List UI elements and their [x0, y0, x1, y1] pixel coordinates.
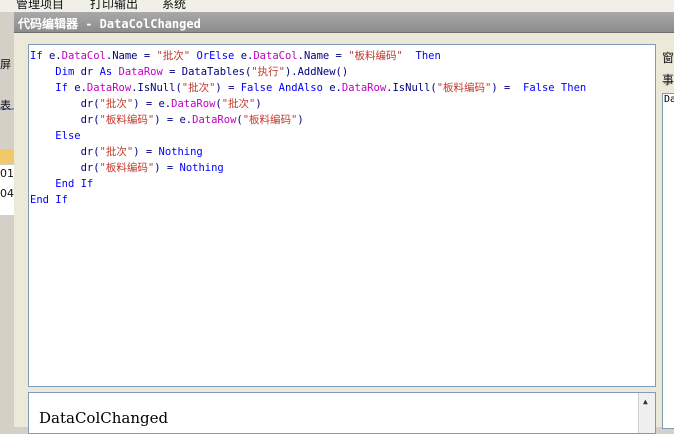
code-token: Nothing: [158, 146, 203, 158]
code-token: "批次": [99, 98, 134, 110]
scroll-up-arrow-icon[interactable]: ▲: [643, 397, 648, 406]
code-line[interactable]: If e.DataCol.Name = "批次" OrElse e.DataCo…: [30, 48, 441, 64]
code-token: If: [30, 50, 49, 62]
menu-item-print-output[interactable]: 打印输出: [90, 0, 138, 12]
code-token: ) =: [154, 162, 180, 174]
background-selected-row: [0, 149, 14, 164]
background-window-edge: 屏 表 01_ 04_: [0, 12, 14, 427]
event-name-label: DataColChanged: [39, 409, 169, 427]
code-line[interactable]: Else: [30, 128, 81, 144]
code-token: ) = e.: [133, 98, 172, 110]
code-token: e.: [329, 82, 342, 94]
code-token: .IsNull(: [386, 82, 437, 94]
code-token: OrElse: [190, 50, 241, 62]
code-token: "板料编码": [436, 82, 492, 94]
right-side-panel: 窗 事 Da: [658, 33, 674, 429]
code-token: DataCol: [253, 50, 298, 62]
code-token: ): [255, 98, 262, 110]
right-panel-label-event: 事: [662, 73, 674, 87]
right-panel-label-window: 窗: [662, 51, 674, 65]
code-token: Else: [55, 130, 81, 142]
code-token: DataRow: [118, 66, 163, 78]
code-line[interactable]: If e.DataRow.IsNull("批次") = False AndAls…: [30, 80, 586, 96]
background-fragment-4: 04_: [0, 187, 14, 200]
event-panel[interactable]: DataColChanged ▲: [28, 392, 656, 434]
code-line[interactable]: Dim dr As DataRow = DataTables("执行").Add…: [30, 64, 348, 80]
code-token: ): [297, 114, 304, 126]
window-title: 代码编辑器 - DataColChanged: [18, 17, 201, 31]
code-token: "板料编码": [348, 50, 403, 62]
code-line[interactable]: End If: [30, 192, 68, 208]
code-token: DataRow: [171, 98, 216, 110]
code-token: DataRow: [341, 82, 387, 94]
code-token: End If: [30, 194, 68, 206]
code-line[interactable]: End If: [30, 176, 93, 192]
code-token: ) =: [133, 146, 159, 158]
code-token: Then: [402, 50, 441, 62]
code-token: DataRow: [192, 114, 237, 126]
code-token: ) =: [491, 82, 523, 94]
code-token: If: [55, 82, 75, 94]
code-token: "批次": [156, 50, 191, 62]
code-token: dr(: [30, 162, 100, 174]
code-token: ).AddNew(): [284, 66, 349, 78]
code-line[interactable]: dr("板料编码") = e.DataRow("板料编码"): [30, 112, 304, 128]
code-line[interactable]: dr("板料编码") = Nothing: [30, 160, 224, 176]
window-titlebar[interactable]: 代码编辑器 - DataColChanged: [14, 12, 674, 33]
background-fragment-3: 01_: [0, 167, 14, 180]
code-token: "批次": [221, 98, 256, 110]
code-token: dr(: [30, 146, 100, 158]
code-line[interactable]: dr("批次") = Nothing: [30, 144, 203, 160]
code-token: dr(: [30, 114, 100, 126]
code-token: "板料编码": [99, 114, 155, 126]
background-fragment-2: 表: [0, 99, 11, 112]
code-token: e.: [240, 50, 254, 62]
code-token: e.: [74, 82, 87, 94]
code-token: Nothing: [179, 162, 224, 174]
right-panel-list[interactable]: Da: [662, 93, 674, 429]
event-panel-scrollbar[interactable]: ▲: [638, 393, 655, 433]
code-token: = DataTables(: [162, 66, 252, 78]
code-editor[interactable]: If e.DataCol.Name = "批次" OrElse e.DataCo…: [28, 44, 656, 387]
code-token: ) =: [215, 82, 241, 94]
code-line[interactable]: dr("批次") = e.DataRow("批次"): [30, 96, 262, 112]
code-token: False AndAlso: [240, 82, 330, 94]
code-token: dr(: [30, 98, 100, 110]
code-token: "执行": [251, 66, 285, 78]
code-token: End If: [55, 178, 94, 190]
menu-item-manage-project[interactable]: 管理项目: [16, 0, 64, 12]
code-token: False Then: [523, 82, 587, 94]
code-token: "板料编码": [99, 162, 155, 174]
code-token: DataRow: [86, 82, 132, 94]
code-token: .Name =: [105, 50, 157, 62]
code-token: "板料编码": [242, 114, 298, 126]
code-token: ) = e.: [154, 114, 193, 126]
background-fragment-1: 屏: [0, 58, 11, 71]
code-token: "批次": [99, 146, 134, 158]
code-token: "批次": [181, 82, 216, 94]
code-token: .Name =: [297, 50, 349, 62]
right-panel-list-item[interactable]: Da: [664, 94, 674, 105]
code-token: .IsNull(: [131, 82, 182, 94]
code-token: DataCol: [61, 50, 106, 62]
code-token: e.: [48, 50, 62, 62]
code-token: dr: [80, 66, 100, 78]
menu-item-system[interactable]: 系统: [162, 0, 186, 12]
code-token: Dim: [55, 66, 81, 78]
code-token: As: [99, 66, 119, 78]
